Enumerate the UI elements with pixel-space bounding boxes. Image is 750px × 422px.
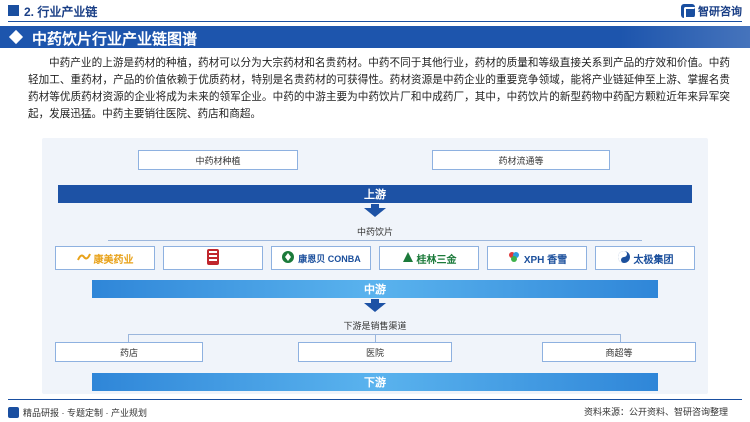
footer-tagline-text: 精品研报 · 专题定制 · 产业规划	[23, 407, 147, 418]
downstream-sub-label: 下游是销售渠道	[343, 321, 407, 331]
xph-logo-icon	[507, 250, 521, 267]
brand-sanjin-label: 桂林三金	[416, 254, 457, 266]
title-decoration	[620, 26, 750, 48]
footer-divider	[8, 399, 742, 400]
midstream-bar: 中游	[92, 280, 658, 298]
kangmei-logo-icon	[76, 252, 91, 265]
title-band: 中药饮片行业产业链图谱	[0, 26, 750, 48]
upstream-box-circulation: 药材流通等	[432, 150, 610, 170]
page-title: 中药饮片行业产业链图谱	[32, 31, 198, 48]
top-header: 2. 行业产业链 智研咨询	[0, 0, 750, 22]
midstream-bracket	[108, 240, 642, 241]
seal-logo-icon	[205, 248, 221, 269]
upstream-bar: 上游	[58, 185, 692, 203]
downstream-bracket-left	[128, 334, 129, 342]
footer-tagline: 精品研报 · 专题定制 · 产业规划	[8, 405, 147, 419]
header-divider	[8, 21, 742, 22]
brand-xph-label: XPH 香雪	[523, 254, 568, 266]
brand-seal	[163, 246, 263, 270]
brand-taiji: 太极集团	[595, 246, 695, 270]
taiji-logo-icon	[617, 250, 631, 267]
company-logo: 智研咨询	[681, 3, 742, 19]
intro-paragraph: 中药产业的上游是药材的种植，药材可以分为大宗药材和名贵药材。中药不同于其他行业，…	[28, 57, 730, 120]
upstream-box-planting: 中药材种植	[138, 150, 298, 170]
section-label: 2. 行业产业链	[24, 5, 98, 19]
down-arrow-icon	[364, 208, 386, 217]
footer-logo-icon	[8, 406, 19, 418]
brand-guilin-sanjin: 桂林三金	[379, 246, 479, 270]
brand-conba: 康恩贝 CONBA	[271, 246, 371, 270]
sanjin-logo-icon	[402, 251, 414, 266]
section-marker-icon	[8, 5, 19, 16]
logo-text: 智研咨询	[698, 5, 742, 18]
downstream-box-supermarket: 商超等	[542, 342, 696, 362]
brand-xph: XPH 香雪	[487, 246, 587, 270]
downstream-bracket	[128, 334, 620, 335]
source-note: 资料来源：公开资料、智研咨询整理	[583, 407, 728, 417]
down-arrow-icon	[364, 303, 386, 312]
brand-kangmei-label: 康美药业	[93, 254, 134, 266]
logo-icon	[681, 3, 696, 19]
brand-conba-label: 康恩贝 CONBA	[298, 253, 361, 264]
downstream-box-pharmacy: 药店	[55, 342, 203, 362]
brand-kangmei: 康美药业	[55, 246, 155, 270]
downstream-bracket-mid	[375, 334, 376, 342]
conba-logo-icon	[281, 250, 295, 266]
downstream-box-hospital: 医院	[298, 342, 452, 362]
midstream-sub-label: 中药饮片	[356, 227, 393, 237]
diamond-icon	[8, 29, 24, 45]
brand-taiji-label: 太极集团	[633, 254, 674, 266]
downstream-bar: 下游	[92, 373, 658, 391]
downstream-bracket-right	[620, 334, 621, 342]
